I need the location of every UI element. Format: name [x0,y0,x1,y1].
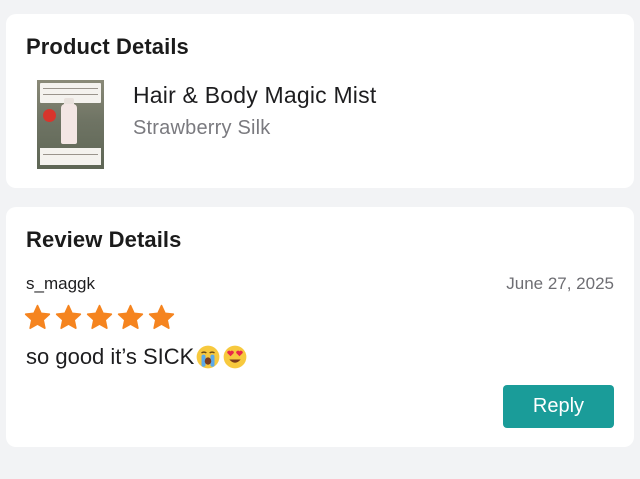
star-icon [55,304,82,330]
review-details-title: Review Details [26,227,182,252]
review-text-content: so good it’s SICK [26,344,195,369]
product-details-title: Product Details [26,34,189,59]
star-icon [117,304,144,330]
loudly-crying-face-icon [196,345,220,369]
product-details-card: Product Details Hair & Body Magic Mist S… [6,14,634,188]
star-icon [148,304,175,330]
heart-eyes-face-icon [223,345,247,369]
star-rating [24,304,175,332]
star-icon [86,304,113,330]
product-image[interactable] [37,80,104,169]
star-icon [24,304,51,330]
review-date: June 27, 2025 [506,274,614,293]
product-name: Hair & Body Magic Mist [133,82,377,108]
product-variant: Strawberry Silk [133,117,271,139]
review-text: so good it’s SICK [26,344,248,370]
reply-button[interactable]: Reply [503,385,614,428]
review-details-card: Review Details s_maggk June 27, 2025 so … [6,207,634,447]
reviewer-username: s_maggk [26,274,95,293]
